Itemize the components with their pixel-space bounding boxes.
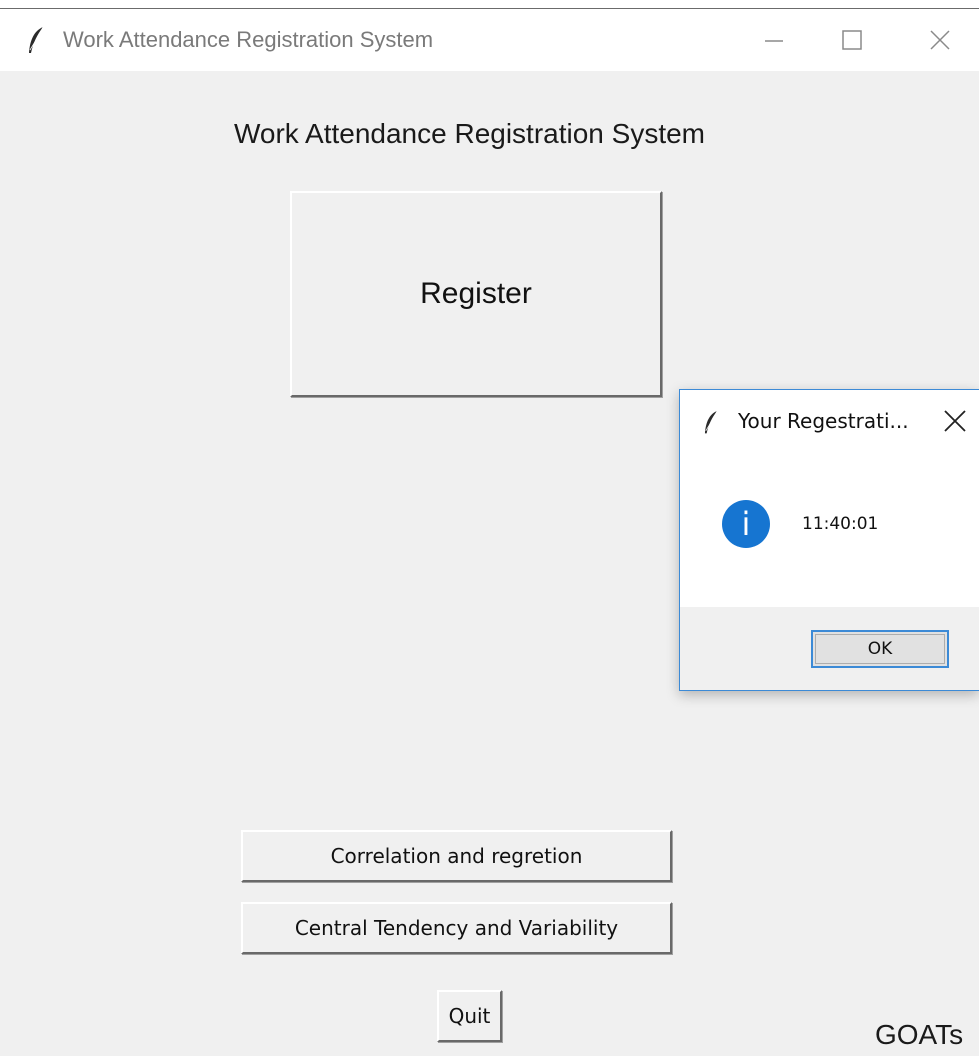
- maximize-icon: [842, 30, 862, 50]
- maximize-button[interactable]: [822, 9, 882, 71]
- close-button[interactable]: [910, 9, 970, 71]
- window-titlebar[interactable]: Work Attendance Registration System: [0, 9, 979, 71]
- page-title: Work Attendance Registration System: [233, 118, 706, 149]
- info-icon: i: [722, 500, 770, 548]
- register-button[interactable]: Register: [290, 191, 662, 397]
- dialog-message: 11:40:01: [802, 514, 879, 534]
- close-icon[interactable]: [942, 408, 968, 434]
- dialog-titlebar[interactable]: Your Regestrati...: [680, 390, 979, 452]
- feather-icon: [704, 410, 718, 434]
- central-tendency-button[interactable]: Central Tendency and Variability: [241, 902, 672, 954]
- window-title: Work Attendance Registration System: [63, 27, 434, 52]
- minimize-button[interactable]: [744, 9, 804, 71]
- ok-button[interactable]: OK: [811, 630, 949, 668]
- minimize-icon: [765, 40, 783, 42]
- dialog-body: i 11:40:01: [680, 452, 979, 607]
- feather-icon: [29, 26, 44, 53]
- footer-label: GOATs: [875, 1019, 964, 1050]
- quit-button[interactable]: Quit: [437, 990, 502, 1042]
- screen-top-edge: [0, 0, 979, 9]
- ok-button-focus-ring: [815, 634, 945, 664]
- close-icon: [930, 30, 950, 50]
- registration-dialog: Your Regestrati... i 11:40:01 OK: [679, 389, 979, 691]
- correlation-regression-button[interactable]: Correlation and regretion: [241, 830, 672, 882]
- dialog-title: Your Regestrati...: [738, 409, 909, 433]
